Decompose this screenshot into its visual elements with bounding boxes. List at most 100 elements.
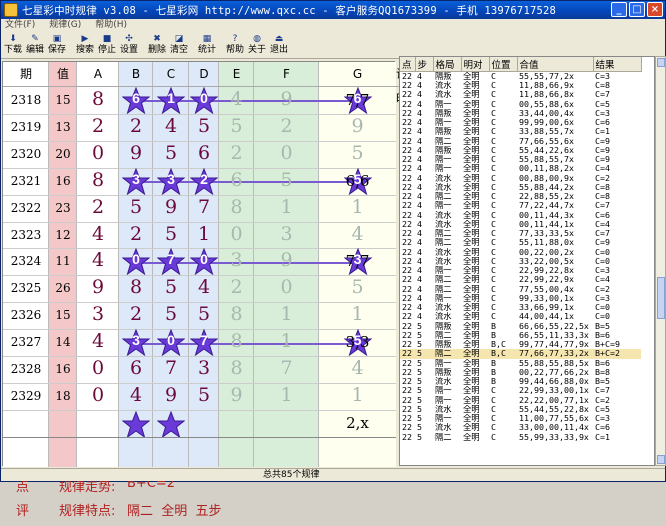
period-cell[interactable]: 2326	[3, 308, 49, 322]
period-cell[interactable]: 2318	[3, 93, 49, 107]
results-row[interactable]: 22 5 隔二 全明 B 66,55,11,33,3x B=6	[400, 331, 641, 340]
star-marked-digit[interactable]: 0	[121, 248, 151, 276]
results-column-header[interactable]: 明对	[461, 57, 490, 72]
results-cell: 隔二	[435, 229, 452, 239]
toolbar-search-button[interactable]: ▶ 搜索	[74, 32, 96, 59]
toolbar-delete-button[interactable]: ✖ 删除	[146, 32, 168, 59]
results-row[interactable]: 22 4 隔二 全明 C 77,33,33,5x C=7	[400, 229, 641, 238]
star-marked-digit[interactable]: 0	[156, 328, 186, 357]
results-column-header[interactable]: 格局	[433, 57, 462, 72]
minimize-button[interactable]: _	[611, 2, 627, 17]
results-row[interactable]: 22 4 隔一 全明 C 22,99,22,8x C=3	[400, 266, 641, 275]
star-marked-digit[interactable]: 3	[121, 167, 151, 195]
toolbar-stop-button[interactable]: ■ 停止	[96, 32, 118, 59]
results-column-header[interactable]: 点	[400, 57, 416, 72]
results-row[interactable]: 22 5 流水 全明 B 99,44,66,88,0x B=5	[400, 377, 641, 386]
results-row[interactable]: 22 5 流水 全明 C 33,00,00,11,4x C=6	[400, 423, 641, 432]
star-marked-digit[interactable]: 0	[189, 248, 219, 276]
results-row[interactable]: 22 5 隔叛 全明 B 00,22,77,66,2x B=8	[400, 368, 641, 377]
scroll-up-button[interactable]	[657, 58, 665, 67]
results-row[interactable]: 22 4 流水 全明 C 55,88,44,2x C=8	[400, 183, 641, 192]
results-row[interactable]: 22 4 流水 全明 C 11,88,66,9x C=8	[400, 81, 641, 90]
results-row[interactable]: 22 4 隔一 全明 C 77,22,44,7x C=7	[400, 201, 641, 210]
results-row[interactable]: 22 4 流水 全明 C 00,11,44,1x C=4	[400, 220, 641, 229]
period-cell[interactable]: 2325	[3, 281, 49, 295]
results-row[interactable]: 22 4 流水 全明 C 11,88,66,8x C=7	[400, 90, 641, 99]
results-row[interactable]: 22 4 隔一 全明 C 55,88,55,7x C=9	[400, 155, 641, 164]
results-row[interactable]: 22 4 隔一 全明 C 00,11,88,2x C=4	[400, 164, 641, 173]
results-row[interactable]: 22 4 流水 全明 C 00,11,44,3x C=6	[400, 211, 641, 220]
results-row[interactable]: 22 5 隔二 全明 C 55,99,33,33,9x C=1	[400, 433, 641, 442]
results-scrollbar[interactable]	[655, 56, 666, 466]
results-column-header[interactable]: 结果	[593, 57, 642, 72]
results-row[interactable]: 22 4 流水 全明 C 00,88,00,9x C=2	[400, 174, 641, 183]
results-row[interactable]: 22 4 流水 全明 C 00,22,00,2x C=0	[400, 248, 641, 257]
results-row[interactable]: 22 5 隔二 全明 B,C 77,66,77,33,2x B+C=2	[400, 349, 641, 359]
results-row[interactable]: 22 4 隔二 全明 C 22,99,22,9x C=4	[400, 275, 641, 284]
results-cell: 全明	[463, 284, 480, 294]
toolbar-edit-button[interactable]: ✎ 编辑	[24, 32, 46, 59]
results-row[interactable]: 22 4 隔叛 全明 C 33,44,00,4x C=3	[400, 109, 641, 118]
star-marked-digit[interactable]: 7	[156, 248, 186, 276]
star-marked-digit[interactable]: 3	[121, 328, 151, 357]
results-row[interactable]: 22 4 隔一 全明 C 00,55,88,6x C=5	[400, 100, 641, 109]
maximize-button[interactable]: □	[629, 2, 645, 17]
period-cell[interactable]: 2320	[3, 147, 49, 161]
results-cell: 全明	[463, 404, 480, 414]
results-row[interactable]: 22 4 隔二 全明 C 55,11,88,0x C=9	[400, 238, 641, 247]
results-row[interactable]: 22 5 隔一 全明 C 22,99,33,00,1x C=7	[400, 386, 641, 395]
star-marked-digit[interactable]: 2	[189, 167, 219, 195]
results-row[interactable]: 22 4 隔一 全明 C 99,99,00,6x C=6	[400, 118, 641, 127]
results-column-header[interactable]: 合值	[517, 57, 594, 72]
results-row[interactable]: 22 4 隔叛 全明 C 33,88,55,7x C=1	[400, 127, 641, 136]
results-row[interactable]: 22 4 隔二 全明 C 77,66,55,6x C=9	[400, 137, 641, 146]
menu-file[interactable]: 文件(F)	[5, 19, 35, 32]
toolbar-about-button[interactable]: ◍ 关于	[246, 32, 268, 59]
results-row[interactable]: 22 5 隔一 全明 C 22,22,00,77,1x C=2	[400, 396, 641, 405]
toolbar-download-button[interactable]: ⬇ 下载	[2, 32, 24, 59]
results-row[interactable]: 22 4 隔叛 全明 C 55,44,22,6x C=9	[400, 146, 641, 155]
period-cell[interactable]: 2322	[3, 201, 49, 215]
star-marked-digit[interactable]: 1	[156, 86, 186, 115]
results-row[interactable]: 22 4 隔二 全明 C 77,55,00,4x C=2	[400, 285, 641, 294]
results-row[interactable]: 22 4 流水 全明 C 33,22,00,5x C=0	[400, 257, 641, 266]
toolbar-settings-button[interactable]: ✣ 设置	[118, 32, 140, 59]
star-marked-digit[interactable]: 3	[156, 167, 186, 195]
results-row[interactable]: 22 5 流水 全明 C 55,44,55,22,8x C=5	[400, 405, 641, 414]
close-button[interactable]: ×	[647, 2, 663, 17]
results-list[interactable]: 点步格局 明对 位置 合值 结果 22 4 隔叛 全明 C 55,55,77,2x C=3 22 4 流水…	[399, 56, 655, 466]
star-marked-digit[interactable]: 7	[189, 328, 219, 357]
period-cell[interactable]: 2327	[3, 335, 49, 349]
period-cell[interactable]: 2324	[3, 254, 49, 268]
toolbar-stats-button[interactable]: ▦ 统计	[196, 32, 218, 59]
period-cell[interactable]: 2319	[3, 120, 49, 134]
results-row[interactable]: 22 5 隔叛 全明 B,C 99,77,44,77,9x B+C=9	[400, 340, 641, 349]
results-row[interactable]: 22 5 隔一 全明 C 11,00,77,55,6x C=3	[400, 414, 641, 423]
results-column-header[interactable]: 位置	[489, 57, 518, 72]
scroll-down-button[interactable]	[657, 455, 665, 464]
results-row[interactable]: 22 4 隔一 全明 C 99,33,00,1x C=3	[400, 294, 641, 303]
period-cell[interactable]: 2321	[3, 174, 49, 188]
menu-help[interactable]: 帮助(H)	[95, 19, 127, 32]
results-row[interactable]: 22 4 流水 全明 C 44,00,44,1x C=0	[400, 312, 641, 321]
toolbar-exit-button[interactable]: ⏏ 退出	[268, 32, 290, 59]
period-cell[interactable]: 2329	[3, 389, 49, 403]
results-row[interactable]: 22 4 流水 全明 C 33,66,99,1x C=0	[400, 303, 641, 312]
star-marked-digit[interactable]: 0	[189, 86, 219, 115]
results-row[interactable]: 22 5 隔叛 全明 B 66,66,55,22,5x B=5	[400, 322, 641, 331]
results-cell: 流水	[435, 182, 452, 192]
results-cell: 55,88,44,2x	[519, 182, 574, 192]
period-cell[interactable]: 2328	[3, 362, 49, 376]
scroll-thumb[interactable]	[657, 277, 665, 319]
star-marked-digit[interactable]: 6	[121, 86, 151, 115]
digit-cell: 0	[230, 222, 243, 245]
toolbar-save-button[interactable]: ▣ 保存	[46, 32, 68, 59]
results-column-header[interactable]: 步	[415, 57, 434, 72]
results-row[interactable]: 22 4 隔叛 全明 C 55,55,77,2x C=3	[400, 72, 641, 82]
toolbar-help-button[interactable]: ? 帮助	[224, 32, 246, 59]
period-cell[interactable]: 2323	[3, 228, 49, 242]
toolbar-clear-button[interactable]: ◪ 清空	[168, 32, 190, 59]
results-row[interactable]: 22 4 隔二 全明 C 22,88,55,2x C=8	[400, 192, 641, 201]
menu-rules[interactable]: 规律(G)	[49, 19, 81, 32]
results-row[interactable]: 22 5 隔一 全明 B 55,88,55,88,5x B=6	[400, 359, 641, 368]
